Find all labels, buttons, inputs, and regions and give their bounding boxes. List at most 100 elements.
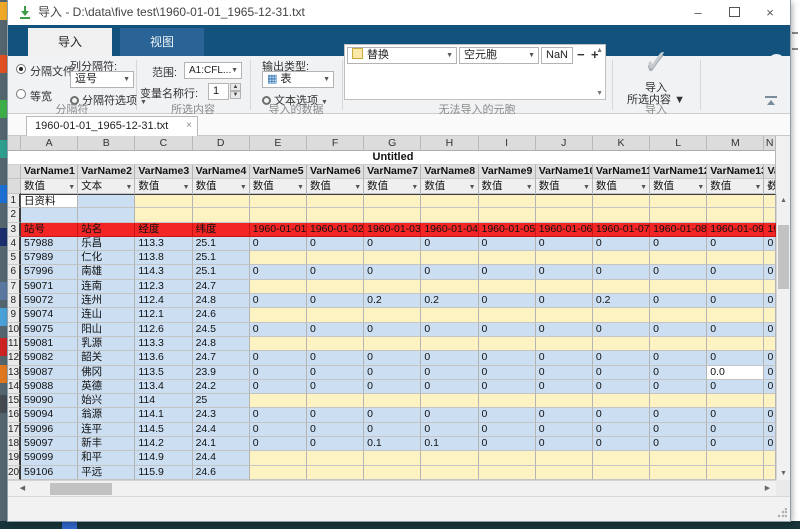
row-number[interactable]: 2 (8, 208, 21, 222)
grid-cell[interactable] (650, 194, 707, 208)
rules-scroll-down-icon[interactable]: ▼ (596, 90, 603, 97)
grid-cell[interactable] (536, 337, 593, 351)
chevron-down-icon[interactable]: ▼ (526, 181, 533, 194)
grid-cell[interactable]: 0 (307, 237, 364, 251)
taskbar[interactable] (0, 521, 800, 529)
delimited-radio[interactable] (16, 64, 26, 74)
grid-cell[interactable]: 0 (307, 366, 364, 380)
tab-import[interactable]: 导入 (28, 28, 112, 56)
grid-cell[interactable]: 0 (707, 323, 764, 337)
column-type-dropdown[interactable]: 数值▼ (135, 179, 192, 194)
grid-cell[interactable] (479, 308, 536, 322)
grid-cell[interactable] (764, 208, 775, 222)
grid-cell[interactable]: 112.4 (135, 294, 192, 308)
grid-cell[interactable]: 和平 (78, 451, 135, 465)
grid-cell[interactable]: 乳源 (78, 337, 135, 351)
varname-cell[interactable]: VarName3 (135, 165, 192, 179)
desktop-icon[interactable] (0, 282, 8, 300)
grid-cell[interactable] (250, 337, 307, 351)
grid-cell[interactable] (593, 208, 650, 222)
grid-cell[interactable] (764, 251, 775, 265)
grid-cell[interactable]: 0 (707, 294, 764, 308)
grid-cell[interactable]: 0 (307, 408, 364, 422)
grid-cell[interactable]: 0 (536, 351, 593, 365)
grid-cell[interactable]: 0 (536, 237, 593, 251)
grid-cell[interactable]: 0 (650, 351, 707, 365)
grid-cell[interactable] (421, 280, 478, 294)
grid-cell[interactable] (78, 194, 135, 208)
column-header-I[interactable]: I (479, 136, 536, 151)
grid-cell[interactable]: 113.4 (135, 380, 192, 394)
grid-cell[interactable]: 0 (479, 265, 536, 279)
grid-cell[interactable] (593, 194, 650, 208)
grid-cell[interactable]: 0.0 (707, 366, 764, 380)
grid-cell[interactable]: 24.5 (193, 323, 250, 337)
grid-cell[interactable]: 纬度 (193, 223, 250, 237)
grid-cell[interactable] (650, 337, 707, 351)
vertical-scroll-thumb[interactable] (778, 225, 789, 289)
grid-cell[interactable] (593, 394, 650, 408)
varname-cell[interactable]: VarName7 (364, 165, 421, 179)
grid-cell[interactable]: 0 (707, 237, 764, 251)
grid-cell[interactable]: 0 (764, 294, 775, 308)
grid-cell[interactable]: 0 (364, 380, 421, 394)
grid-cell[interactable]: 连州 (78, 294, 135, 308)
grid-cell[interactable] (307, 194, 364, 208)
grid-cell[interactable]: 1960-01-04 (421, 223, 478, 237)
grid-cell[interactable] (764, 337, 775, 351)
grid-cell[interactable]: 24.7 (193, 351, 250, 365)
grid-cell[interactable]: 0 (593, 323, 650, 337)
grid-cell[interactable]: 0 (536, 366, 593, 380)
grid-cell[interactable] (764, 451, 775, 465)
desktop-icon[interactable] (0, 185, 8, 203)
rule-action-select[interactable]: 替换▼ (347, 47, 457, 64)
grid-cell[interactable]: 59075 (21, 323, 78, 337)
chevron-down-icon[interactable]: ▼ (766, 181, 773, 194)
column-header-J[interactable]: J (536, 136, 593, 151)
varname-cell[interactable]: VarName4 (193, 165, 250, 179)
chevron-down-icon[interactable]: ▼ (240, 181, 247, 194)
row-number[interactable]: 13 (8, 366, 21, 380)
varname-cell[interactable]: VarName9 (479, 165, 536, 179)
grid-cell[interactable]: 0 (650, 366, 707, 380)
horizontal-scroll-thumb[interactable] (50, 483, 112, 495)
grid-cell[interactable]: 连山 (78, 308, 135, 322)
range-select[interactable]: A1:CFL...▼ (184, 62, 242, 79)
chevron-down-icon[interactable]: ▼ (297, 181, 304, 194)
grid-cell[interactable] (764, 308, 775, 322)
horizontal-scrollbar[interactable]: ◀ ▶ (8, 480, 776, 496)
grid-cell[interactable]: 1960-01-01 (250, 223, 307, 237)
grid-cell[interactable]: 25.1 (193, 237, 250, 251)
grid-cell[interactable]: 59090 (21, 394, 78, 408)
grid-cell[interactable]: 0 (250, 237, 307, 251)
chevron-down-icon[interactable]: ▼ (183, 181, 190, 194)
stepper-down-icon[interactable]: ▼ (230, 91, 241, 99)
grid-cell[interactable]: 0 (764, 423, 775, 437)
grid-cell[interactable] (536, 208, 593, 222)
grid-cell[interactable]: 1960-01-03 (364, 223, 421, 237)
scroll-left-icon[interactable]: ◀ (16, 482, 29, 495)
grid-cell[interactable]: 0 (593, 408, 650, 422)
grid-cell[interactable]: 0 (479, 351, 536, 365)
tab-view[interactable]: 视图 (120, 28, 204, 56)
close-button[interactable]: × (752, 0, 788, 25)
grid-cell[interactable] (307, 451, 364, 465)
grid-cell[interactable]: 0 (707, 437, 764, 451)
grid-cell[interactable]: 0 (364, 351, 421, 365)
grid-cell[interactable] (364, 451, 421, 465)
grid-cell[interactable]: 0 (250, 351, 307, 365)
grid-cell[interactable]: 0 (593, 423, 650, 437)
chevron-down-icon[interactable]: ▼ (583, 181, 590, 194)
grid-cell[interactable] (479, 394, 536, 408)
desktop-icon[interactable] (0, 338, 8, 356)
grid-cell[interactable]: 0 (707, 351, 764, 365)
grid-cell[interactable]: 59082 (21, 351, 78, 365)
row-number[interactable]: 7 (8, 280, 21, 294)
grid-cell[interactable] (421, 251, 478, 265)
grid-cell[interactable]: 114.1 (135, 408, 192, 422)
grid-cell[interactable] (421, 394, 478, 408)
grid-cell[interactable]: 平远 (78, 466, 135, 480)
grid-cell[interactable]: 0 (250, 294, 307, 308)
column-type-dropdown[interactable]: 数值▼ (250, 179, 307, 194)
grid-cell[interactable]: 0 (307, 351, 364, 365)
